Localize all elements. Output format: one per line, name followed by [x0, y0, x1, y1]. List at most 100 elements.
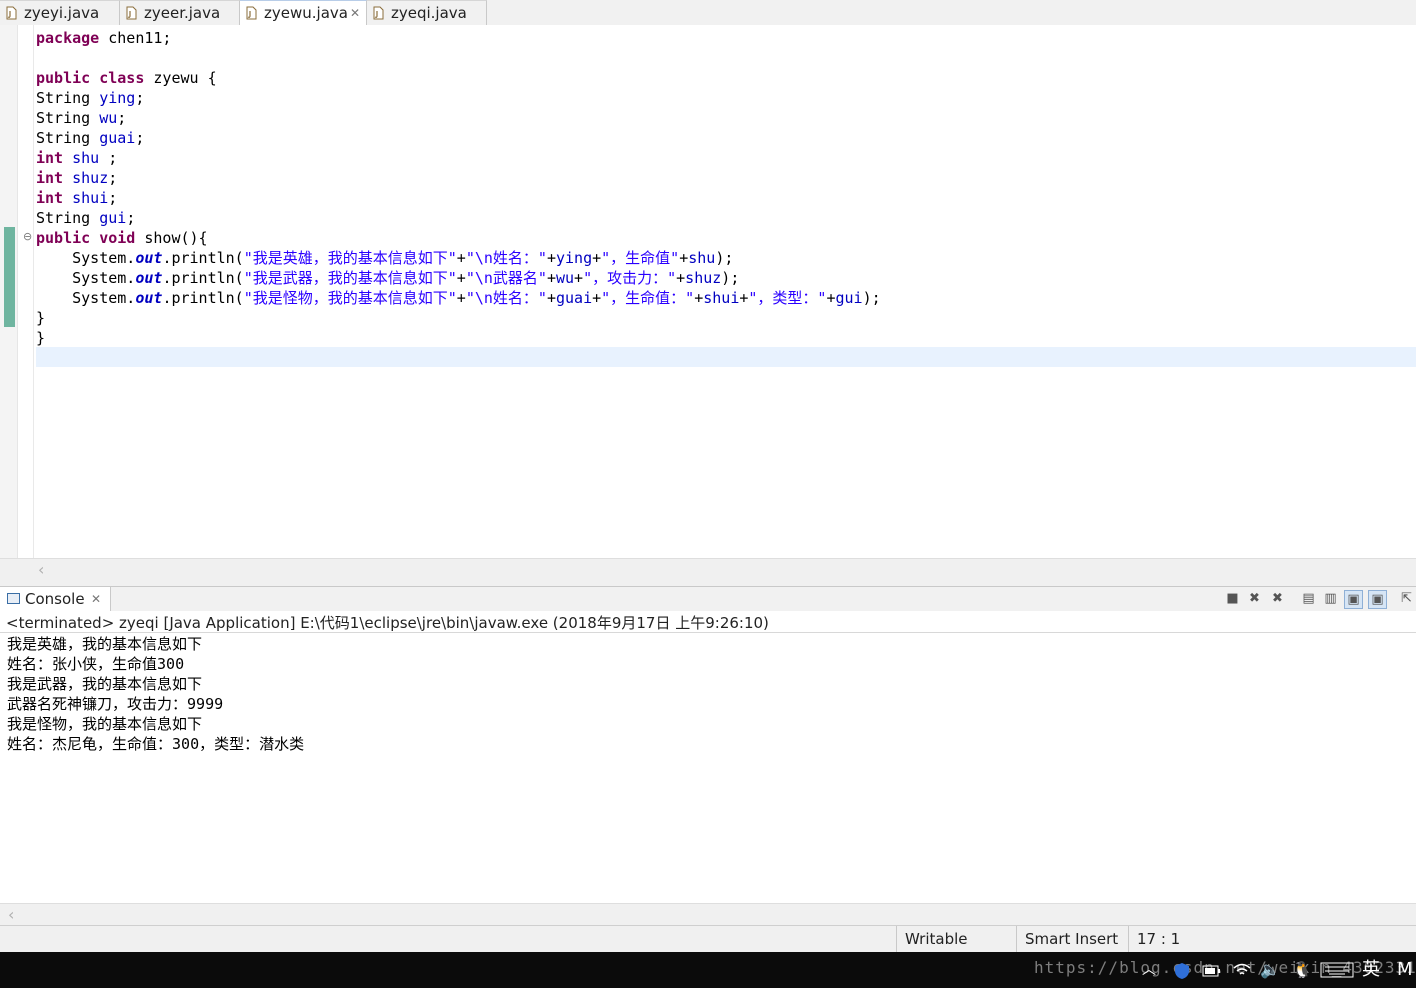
fold-collapse-icon[interactable]: ⊖: [23, 230, 32, 243]
code-string: "，类型：": [748, 289, 827, 307]
code-field: shu: [688, 249, 716, 267]
wifi-icon[interactable]: [1232, 961, 1252, 979]
tab-zyewu[interactable]: zyewu.java ✕: [240, 0, 367, 26]
code-token: +: [694, 289, 704, 307]
shield-icon[interactable]: [1172, 961, 1192, 981]
code-field: wu: [555, 269, 575, 287]
code-token: ;: [135, 129, 145, 147]
code-field: wu: [99, 109, 118, 127]
writable-status: Writable: [896, 926, 1016, 952]
code-token: ;: [117, 109, 127, 127]
insert-mode-status[interactable]: Smart Insert: [1016, 926, 1128, 952]
code-field: out: [135, 269, 163, 287]
code-token: +: [456, 289, 466, 307]
code-line: String gui;: [36, 208, 135, 228]
tab-console[interactable]: Console ✕: [0, 587, 111, 612]
show-console-on-output-button[interactable]: ▣: [1344, 590, 1363, 609]
code-string: "，攻击力：": [583, 269, 677, 287]
battery-icon[interactable]: [1202, 964, 1222, 978]
code-token: ;: [108, 169, 118, 187]
code-line: int shuz;: [36, 168, 117, 188]
console-output[interactable]: 我是英雄，我的基本信息如下 姓名：张小侠，生命值300 我是武器，我的基本信息如…: [0, 633, 1416, 903]
code-token: +: [592, 289, 602, 307]
code-field: shui: [703, 289, 740, 307]
code-token: );: [715, 249, 734, 267]
code-field: guai: [555, 289, 593, 307]
code-line: System.out.println("我是武器，我的基本信息如下"+"\n武器…: [36, 268, 739, 288]
cursor-position-status[interactable]: 17 : 1: [1128, 926, 1416, 952]
code-line: String wu;: [36, 108, 126, 128]
status-bar: Writable Smart Insert 17 : 1: [0, 925, 1416, 952]
current-line-highlight: [36, 347, 1416, 367]
code-line: System.out.println("我是怪物，我的基本信息如下"+"\n姓名…: [36, 288, 881, 308]
code-token: .println(: [162, 249, 244, 267]
code-string: "\n姓名：": [465, 289, 547, 307]
code-keyword: package: [36, 29, 100, 47]
editor-tab-bar: zyeyi.java zyeer.java zyewu.java ✕ zyeqi…: [0, 0, 1416, 26]
ime-mode-icon[interactable]: M: [1397, 952, 1413, 988]
code-field: shu: [72, 149, 100, 167]
terminate-button[interactable]: ■: [1223, 590, 1242, 609]
editor-horizontal-scrollbar[interactable]: ‹: [0, 558, 1416, 581]
code-token: System.: [36, 289, 136, 307]
code-token: String: [36, 129, 100, 147]
keyboard-icon[interactable]: [1320, 962, 1354, 978]
code-string: "，生命值：": [601, 289, 695, 307]
code-token: String: [36, 89, 100, 107]
console-icon: [7, 593, 20, 604]
code-field: guai: [99, 129, 136, 147]
show-console-on-error-button[interactable]: ▣: [1368, 590, 1387, 609]
console-output-line: 我是怪物，我的基本信息如下: [7, 715, 203, 733]
scroll-left-arrow-icon[interactable]: ‹: [38, 560, 44, 579]
code-string: "我是英雄，我的基本信息如下": [243, 249, 457, 267]
remove-all-terminated-button[interactable]: ✖: [1268, 590, 1287, 609]
chevron-up-icon[interactable]: ︿: [1142, 952, 1156, 988]
code-line: String guai;: [36, 128, 144, 148]
code-token: );: [721, 269, 740, 287]
open-console-button[interactable]: ⇱: [1397, 590, 1416, 609]
scroll-lock-button[interactable]: ▥: [1321, 590, 1340, 609]
code-keyword: int: [36, 189, 64, 207]
tab-zyeqi[interactable]: zyeqi.java: [367, 0, 487, 25]
tab-zyeyi[interactable]: zyeyi.java: [0, 0, 120, 25]
scroll-left-arrow-icon[interactable]: ‹: [8, 905, 14, 924]
console-horizontal-scrollbar[interactable]: ‹: [0, 903, 1416, 926]
code-token: .println(: [162, 269, 244, 287]
code-line: public class zyewu {: [36, 68, 217, 88]
tab-label: zyeyi.java: [24, 4, 100, 22]
tab-label: zyewu.java: [264, 4, 348, 22]
quick-diff-bar: [4, 227, 15, 327]
code-token: +: [546, 269, 556, 287]
code-line: System.out.println("我是英雄，我的基本信息如下"+"\n姓名…: [36, 248, 733, 268]
console-output-line: 武器名死神镰刀，攻击力：9999: [7, 695, 224, 713]
clear-console-button[interactable]: ▤: [1299, 590, 1318, 609]
code-field: gui: [835, 289, 863, 307]
console-output-line: 姓名：杰尼龟，生命值：300，类型：潜水类: [7, 735, 305, 753]
code-token: +: [676, 269, 686, 287]
java-file-icon: [6, 6, 17, 20]
code-token: +: [592, 249, 602, 267]
code-keyword: class: [99, 69, 145, 87]
close-icon[interactable]: ✕: [350, 1, 360, 25]
penguin-icon[interactable]: 🐧: [1292, 952, 1312, 988]
code-keyword: int: [36, 169, 64, 187]
code-line: int shui;: [36, 188, 117, 208]
code-string: "\n姓名：": [465, 249, 547, 267]
java-file-icon: [246, 6, 257, 20]
code-token: ;: [99, 149, 118, 167]
code-keyword: int: [36, 149, 64, 167]
tab-zyeer[interactable]: zyeer.java: [120, 0, 240, 25]
speaker-icon[interactable]: 🔈: [1260, 952, 1280, 988]
remove-launch-button[interactable]: ✖: [1245, 590, 1264, 609]
code-field: shuz: [72, 169, 109, 187]
ime-language-indicator[interactable]: 英: [1362, 952, 1380, 988]
code-token: }: [36, 329, 46, 347]
code-token: String: [36, 109, 100, 127]
code-token: zyewu {: [144, 69, 217, 87]
close-icon[interactable]: ✕: [91, 587, 101, 612]
console-output-line: 我是武器，我的基本信息如下: [7, 675, 203, 693]
code-token: +: [546, 289, 556, 307]
